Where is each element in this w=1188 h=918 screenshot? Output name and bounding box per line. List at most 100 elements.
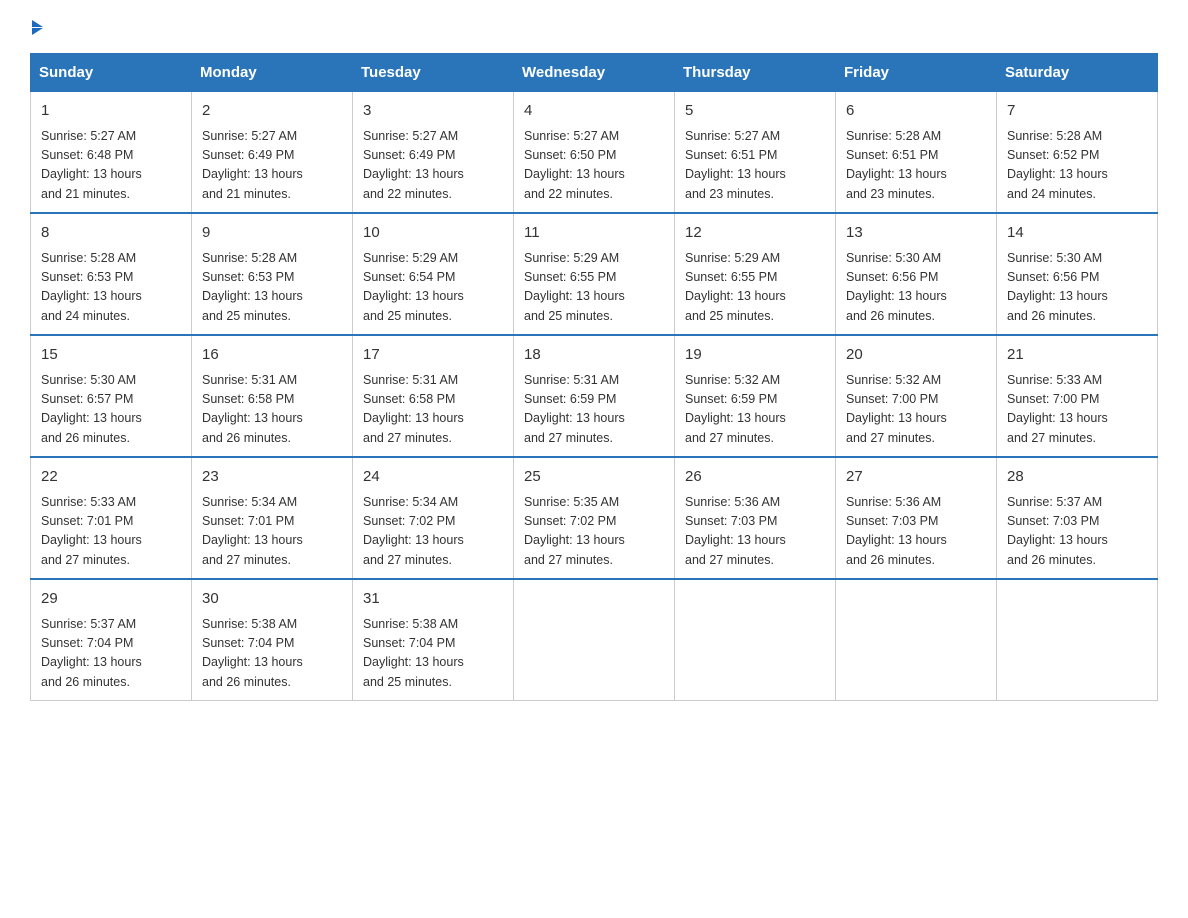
calendar-day-cell <box>836 579 997 701</box>
day-info: Sunrise: 5:31 AMSunset: 6:58 PMDaylight:… <box>363 371 503 449</box>
calendar-day-cell <box>997 579 1158 701</box>
calendar-day-cell: 26 Sunrise: 5:36 AMSunset: 7:03 PMDayligh… <box>675 457 836 579</box>
logo <box>30 20 43 35</box>
day-number: 11 <box>524 222 664 245</box>
calendar-week-row: 8 Sunrise: 5:28 AMSunset: 6:53 PMDaylight… <box>31 213 1158 335</box>
day-of-week-header: Tuesday <box>353 54 514 92</box>
day-number: 23 <box>202 466 342 489</box>
calendar-day-cell: 7 Sunrise: 5:28 AMSunset: 6:52 PMDaylight… <box>997 92 1158 214</box>
calendar-day-cell: 15 Sunrise: 5:30 AMSunset: 6:57 PMDayligh… <box>31 335 192 457</box>
day-number: 29 <box>41 588 181 611</box>
calendar-day-cell: 24Sunrise: 5:34 AMSunset: 7:02 PMDayligh… <box>353 457 514 579</box>
calendar-day-cell <box>675 579 836 701</box>
day-info: Sunrise: 5:29 AMSunset: 6:55 PMDaylight:… <box>524 249 664 327</box>
day-info: Sunrise: 5:30 AMSunset: 6:56 PMDaylight:… <box>1007 249 1147 327</box>
day-number: 26 <box>685 466 825 489</box>
day-number: 18 <box>524 344 664 367</box>
calendar-day-cell: 21Sunrise: 5:33 AMSunset: 7:00 PMDayligh… <box>997 335 1158 457</box>
day-info: Sunrise: 5:37 AMSunset: 7:03 PMDaylight:… <box>1007 493 1147 571</box>
calendar-day-cell: 25Sunrise: 5:35 AMSunset: 7:02 PMDayligh… <box>514 457 675 579</box>
day-number: 5 <box>685 100 825 123</box>
calendar-day-cell: 27Sunrise: 5:36 AMSunset: 7:03 PMDayligh… <box>836 457 997 579</box>
day-number: 8 <box>41 222 181 245</box>
day-of-week-header: Wednesday <box>514 54 675 92</box>
calendar-week-row: 29 Sunrise: 5:37 AMSunset: 7:04 PMDayligh… <box>31 579 1158 701</box>
day-number: 14 <box>1007 222 1147 245</box>
day-info: Sunrise: 5:30 AMSunset: 6:57 PMDaylight:… <box>41 371 181 449</box>
day-info: Sunrise: 5:31 AMSunset: 6:58 PMDaylight:… <box>202 371 342 449</box>
day-of-week-header: Monday <box>192 54 353 92</box>
day-info: Sunrise: 5:27 AMSunset: 6:49 PMDaylight:… <box>363 127 503 205</box>
calendar-day-cell: 16 Sunrise: 5:31 AMSunset: 6:58 PMDayligh… <box>192 335 353 457</box>
day-info: Sunrise: 5:27 AMSunset: 6:50 PMDaylight:… <box>524 127 664 205</box>
day-info: Sunrise: 5:29 AMSunset: 6:55 PMDaylight:… <box>685 249 825 327</box>
day-number: 17 <box>363 344 503 367</box>
day-info: Sunrise: 5:32 AMSunset: 7:00 PMDaylight:… <box>846 371 986 449</box>
calendar-day-cell: 19Sunrise: 5:32 AMSunset: 6:59 PMDayligh… <box>675 335 836 457</box>
day-number: 12 <box>685 222 825 245</box>
day-info: Sunrise: 5:29 AMSunset: 6:54 PMDaylight:… <box>363 249 503 327</box>
day-number: 31 <box>363 588 503 611</box>
day-number: 13 <box>846 222 986 245</box>
calendar-day-cell: 28Sunrise: 5:37 AMSunset: 7:03 PMDayligh… <box>997 457 1158 579</box>
calendar-day-cell: 6 Sunrise: 5:28 AMSunset: 6:51 PMDaylight… <box>836 92 997 214</box>
calendar-day-cell: 17 Sunrise: 5:31 AMSunset: 6:58 PMDayligh… <box>353 335 514 457</box>
day-number: 3 <box>363 100 503 123</box>
day-info: Sunrise: 5:38 AMSunset: 7:04 PMDaylight:… <box>363 615 503 693</box>
calendar-day-cell: 12 Sunrise: 5:29 AMSunset: 6:55 PMDayligh… <box>675 213 836 335</box>
day-number: 16 <box>202 344 342 367</box>
day-number: 19 <box>685 344 825 367</box>
calendar-day-cell: 2 Sunrise: 5:27 AMSunset: 6:49 PMDaylight… <box>192 92 353 214</box>
day-number: 1 <box>41 100 181 123</box>
calendar-day-cell: 10 Sunrise: 5:29 AMSunset: 6:54 PMDayligh… <box>353 213 514 335</box>
day-of-week-header: Friday <box>836 54 997 92</box>
day-number: 22 <box>41 466 181 489</box>
calendar-day-cell: 31 Sunrise: 5:38 AMSunset: 7:04 PMDayligh… <box>353 579 514 701</box>
day-number: 15 <box>41 344 181 367</box>
calendar-day-cell: 22 Sunrise: 5:33 AMSunset: 7:01 PMDayligh… <box>31 457 192 579</box>
calendar-day-cell: 13 Sunrise: 5:30 AMSunset: 6:56 PMDayligh… <box>836 213 997 335</box>
day-number: 10 <box>363 222 503 245</box>
day-number: 2 <box>202 100 342 123</box>
calendar-day-cell: 30 Sunrise: 5:38 AMSunset: 7:04 PMDayligh… <box>192 579 353 701</box>
page-header <box>30 20 1158 35</box>
day-of-week-header: Thursday <box>675 54 836 92</box>
day-info: Sunrise: 5:27 AMSunset: 6:48 PMDaylight:… <box>41 127 181 205</box>
calendar-table: SundayMondayTuesdayWednesdayThursdayFrid… <box>30 53 1158 701</box>
day-number: 30 <box>202 588 342 611</box>
day-info: Sunrise: 5:28 AMSunset: 6:53 PMDaylight:… <box>202 249 342 327</box>
day-number: 9 <box>202 222 342 245</box>
day-info: Sunrise: 5:33 AMSunset: 7:01 PMDaylight:… <box>41 493 181 571</box>
calendar-day-cell: 23 Sunrise: 5:34 AMSunset: 7:01 PMDayligh… <box>192 457 353 579</box>
day-info: Sunrise: 5:37 AMSunset: 7:04 PMDaylight:… <box>41 615 181 693</box>
day-info: Sunrise: 5:33 AMSunset: 7:00 PMDaylight:… <box>1007 371 1147 449</box>
day-of-week-header: Saturday <box>997 54 1158 92</box>
day-info: Sunrise: 5:28 AMSunset: 6:51 PMDaylight:… <box>846 127 986 205</box>
day-info: Sunrise: 5:28 AMSunset: 6:52 PMDaylight:… <box>1007 127 1147 205</box>
day-number: 7 <box>1007 100 1147 123</box>
day-info: Sunrise: 5:36 AMSunset: 7:03 PMDaylight:… <box>685 493 825 571</box>
calendar-day-cell: 20 Sunrise: 5:32 AMSunset: 7:00 PMDayligh… <box>836 335 997 457</box>
day-info: Sunrise: 5:27 AMSunset: 6:49 PMDaylight:… <box>202 127 342 205</box>
day-info: Sunrise: 5:27 AMSunset: 6:51 PMDaylight:… <box>685 127 825 205</box>
day-number: 6 <box>846 100 986 123</box>
calendar-day-cell: 5 Sunrise: 5:27 AMSunset: 6:51 PMDaylight… <box>675 92 836 214</box>
day-info: Sunrise: 5:30 AMSunset: 6:56 PMDaylight:… <box>846 249 986 327</box>
day-number: 20 <box>846 344 986 367</box>
day-info: Sunrise: 5:34 AMSunset: 7:01 PMDaylight:… <box>202 493 342 571</box>
calendar-day-cell: 3 Sunrise: 5:27 AMSunset: 6:49 PMDaylight… <box>353 92 514 214</box>
calendar-week-row: 22 Sunrise: 5:33 AMSunset: 7:01 PMDayligh… <box>31 457 1158 579</box>
calendar-day-cell <box>514 579 675 701</box>
calendar-day-cell: 14 Sunrise: 5:30 AMSunset: 6:56 PMDayligh… <box>997 213 1158 335</box>
day-info: Sunrise: 5:34 AMSunset: 7:02 PMDaylight:… <box>363 493 503 571</box>
day-info: Sunrise: 5:28 AMSunset: 6:53 PMDaylight:… <box>41 249 181 327</box>
calendar-week-row: 15 Sunrise: 5:30 AMSunset: 6:57 PMDayligh… <box>31 335 1158 457</box>
day-info: Sunrise: 5:31 AMSunset: 6:59 PMDaylight:… <box>524 371 664 449</box>
calendar-day-cell: 1 Sunrise: 5:27 AMSunset: 6:48 PMDaylight… <box>31 92 192 214</box>
calendar-day-cell: 8 Sunrise: 5:28 AMSunset: 6:53 PMDaylight… <box>31 213 192 335</box>
day-info: Sunrise: 5:38 AMSunset: 7:04 PMDaylight:… <box>202 615 342 693</box>
calendar-week-row: 1 Sunrise: 5:27 AMSunset: 6:48 PMDaylight… <box>31 92 1158 214</box>
day-info: Sunrise: 5:35 AMSunset: 7:02 PMDaylight:… <box>524 493 664 571</box>
day-number: 4 <box>524 100 664 123</box>
calendar-day-cell: 9 Sunrise: 5:28 AMSunset: 6:53 PMDaylight… <box>192 213 353 335</box>
